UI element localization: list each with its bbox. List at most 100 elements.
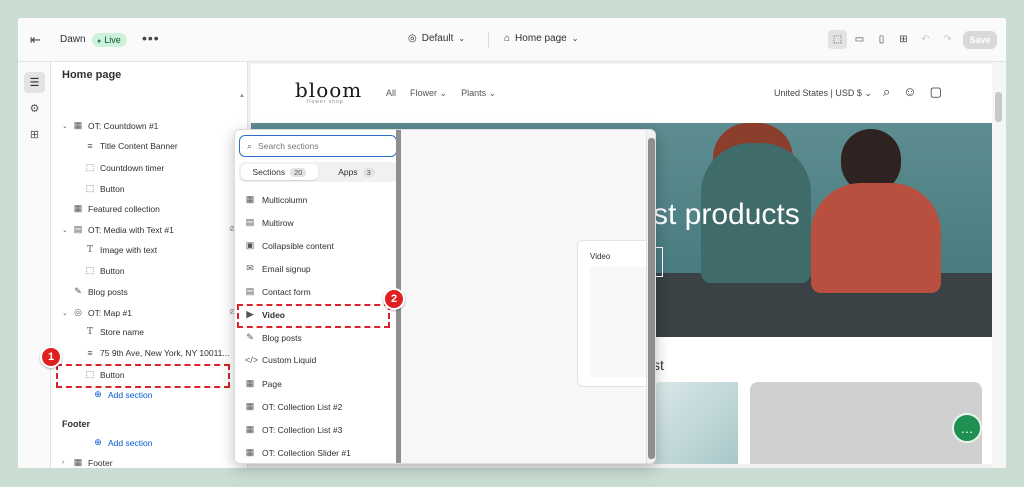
section-countdown[interactable]: ⌄ ▦ OT: Countdown #1: [62, 120, 158, 131]
save-button[interactable]: Save: [963, 31, 997, 49]
block-title-content-banner[interactable]: ≡ Title Content Banner: [85, 141, 177, 151]
section-option-custom-liquid[interactable]: </> Custom Liquid: [245, 355, 316, 365]
block-address[interactable]: ≡ 75 9th Ave, New York, NY 10011...: [85, 348, 229, 358]
account-icon[interactable]: ☺: [903, 84, 916, 100]
exit-icon[interactable]: ⇤: [30, 32, 41, 48]
search-input[interactable]: [258, 141, 379, 151]
nav-all[interactable]: All: [386, 88, 396, 99]
section-blog-posts[interactable]: ✎ Blog posts: [73, 286, 127, 297]
section-featured-collection[interactable]: ▦ Featured collection: [73, 203, 160, 214]
text-icon: T: [86, 327, 93, 337]
button-cursor-icon: ⬚: [85, 265, 95, 275]
option-label: Blog posts: [262, 332, 302, 343]
section-option-collapsible-content[interactable]: ▣ Collapsible content: [245, 240, 334, 251]
chevron-down-icon: ⌄: [458, 34, 466, 43]
section-option-page[interactable]: ▦ Page: [245, 378, 282, 389]
chevron-right-icon[interactable]: ›: [62, 459, 68, 466]
highlight-video-option: [237, 304, 390, 328]
page-selector-label: Home page: [515, 33, 567, 44]
desktop-view-icon[interactable]: ▭: [850, 30, 869, 49]
cart-icon[interactable]: ▢: [930, 84, 942, 100]
block-label: Button: [100, 265, 125, 276]
section-label: Featured collection: [88, 203, 160, 214]
preview-scrollbar[interactable]: [992, 62, 1006, 468]
more-actions-button[interactable]: •••: [142, 30, 160, 46]
tab-label: Sections: [252, 167, 286, 177]
rows-icon: ▤: [245, 217, 255, 227]
block-countdown-timer[interactable]: ⬚ Countdown timer: [85, 162, 165, 173]
product-image[interactable]: [750, 382, 982, 464]
option-label: Page: [262, 378, 282, 389]
section-option-collection-slider-1[interactable]: ▦ OT: Collection Slider #1: [245, 447, 351, 458]
hero-heading: st products: [653, 198, 800, 231]
section-map[interactable]: ⌄ ◎ OT: Map #1: [62, 307, 132, 318]
nav-plants[interactable]: Plants ⌄: [461, 88, 496, 99]
chat-icon[interactable]: …: [952, 413, 982, 443]
block-image-with-text[interactable]: T Image with text: [85, 245, 157, 255]
search-icon[interactable]: ⌕: [883, 84, 890, 100]
fullscreen-icon[interactable]: ⊞: [894, 30, 913, 49]
undo-icon[interactable]: ↶: [916, 30, 935, 49]
block-store-name[interactable]: T Store name: [85, 327, 144, 337]
mobile-view-icon[interactable]: ▯: [872, 30, 891, 49]
tab-count: 3: [362, 167, 375, 177]
option-label: Multirow: [262, 217, 294, 228]
section-option-multicolumn[interactable]: ▦ Multicolumn: [245, 194, 308, 205]
redo-icon[interactable]: ↷: [938, 30, 957, 49]
block-label: Button: [100, 183, 125, 194]
block-button[interactable]: ⬚ Button: [85, 265, 125, 276]
section-label: OT: Map #1: [88, 307, 132, 318]
footer-group-title: Footer: [62, 419, 90, 429]
preview-scrollbar-thumb[interactable]: [995, 92, 1002, 122]
nav-flower[interactable]: Flower ⌄: [410, 88, 447, 99]
theme-style-selector[interactable]: ◎ Default ⌄: [408, 33, 465, 44]
chevron-down-icon: ⌄: [864, 88, 872, 98]
collapsible-icon: ▣: [245, 240, 255, 250]
tab-apps[interactable]: Apps 3: [318, 164, 395, 180]
chevron-down-icon[interactable]: ⌄: [62, 309, 68, 317]
page-selector[interactable]: ⌂ Home page ⌄: [504, 33, 578, 44]
toolbar-actions: ⬚ ▭ ▯ ⊞ ↶ ↷: [828, 30, 957, 49]
section-media-with-text[interactable]: ⌄ ▤ OT: Media with Text #1: [62, 224, 174, 235]
timer-icon: ⬚: [85, 162, 95, 172]
block-label: 75 9th Ave, New York, NY 10011...: [100, 348, 230, 358]
block-label: Store name: [100, 327, 144, 337]
button-cursor-icon: ⬚: [85, 183, 95, 193]
inspector-icon[interactable]: ⬚: [828, 30, 847, 49]
section-option-contact-form[interactable]: ▤ Contact form: [245, 286, 311, 297]
step-badge-1: 1: [40, 346, 62, 368]
tab-sections[interactable]: Sections 20: [241, 164, 318, 180]
add-section-button[interactable]: ⊕ Add section: [93, 389, 152, 400]
grid-icon: ▦: [73, 457, 83, 467]
sections-icon[interactable]: ☰: [24, 72, 45, 93]
picker-scrollbar-thumb[interactable]: [648, 138, 655, 459]
page-title: Home page: [62, 69, 122, 81]
block-label: Countdown timer: [100, 162, 165, 173]
settings-gear-icon[interactable]: ⚙: [24, 98, 45, 119]
step-badge-2: 2: [383, 288, 405, 310]
currency-selector[interactable]: United States | USD $ ⌄: [774, 88, 872, 99]
footer-add-section-button[interactable]: ⊕ Add section: [93, 437, 152, 448]
grid-icon: ▦: [245, 194, 255, 204]
scroll-up-icon[interactable]: ▲: [239, 93, 245, 99]
plus-circle-icon: ⊕: [94, 437, 102, 447]
search-field[interactable]: ⌕: [239, 135, 397, 157]
currency-label: United States | USD $: [774, 88, 862, 98]
section-option-blog-posts[interactable]: ✎ Blog posts: [245, 332, 302, 343]
media-icon: ▤: [73, 224, 83, 234]
apps-icon[interactable]: ⊞: [24, 124, 45, 145]
section-option-collection-list-2[interactable]: ▦ OT: Collection List #2: [245, 401, 343, 412]
section-option-email-signup[interactable]: ✉ Email signup: [245, 263, 310, 274]
block-button[interactable]: ⬚ Button: [85, 183, 125, 194]
chevron-down-icon[interactable]: ⌄: [62, 226, 68, 234]
product-image[interactable]: [653, 382, 738, 464]
store-nav: All Flower ⌄ Plants ⌄: [386, 88, 496, 99]
form-icon: ▤: [245, 286, 255, 296]
grid-icon: ▦: [245, 447, 255, 457]
section-footer[interactable]: › ▦ Footer: [62, 457, 113, 468]
section-option-multirow[interactable]: ▤ Multirow: [245, 217, 294, 228]
text-lines-icon: ≡: [87, 141, 93, 151]
section-option-collection-list-3[interactable]: ▦ OT: Collection List #3: [245, 424, 343, 435]
chevron-down-icon[interactable]: ⌄: [62, 122, 68, 130]
email-icon: ✉: [246, 263, 254, 273]
